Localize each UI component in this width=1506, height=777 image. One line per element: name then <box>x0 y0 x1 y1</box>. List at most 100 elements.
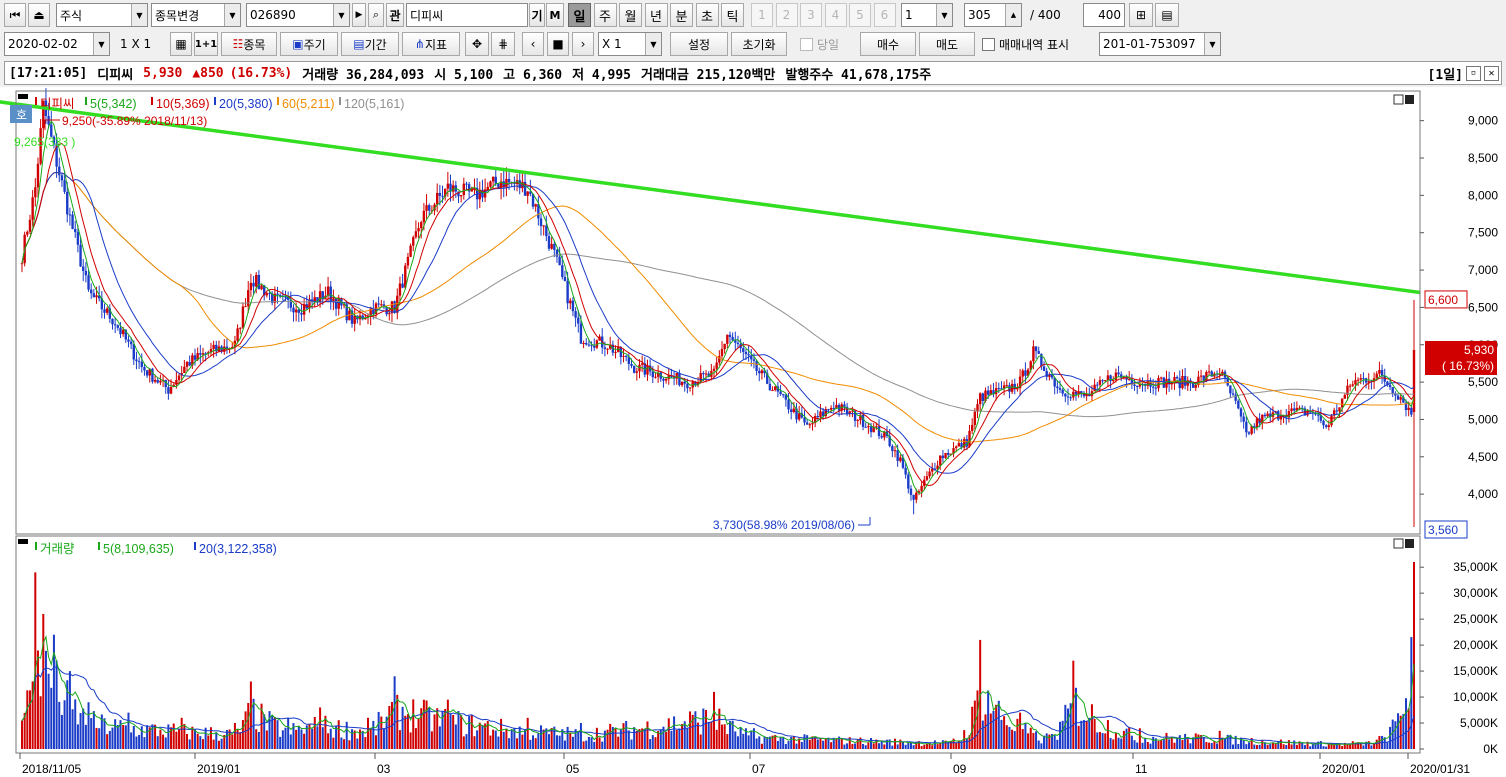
add-window-icon[interactable]: ⊞ <box>1129 3 1153 27</box>
grid-icon[interactable]: ▦ <box>170 32 192 56</box>
number-tab-2[interactable]: 3 <box>800 3 822 27</box>
count-max-input[interactable]: 400 <box>1083 3 1125 27</box>
candle-body <box>720 349 724 357</box>
spin-icon[interactable]: ▲ <box>1005 4 1021 26</box>
volume-bar <box>135 736 138 749</box>
chevron-down-icon[interactable]: ▼ <box>936 4 952 26</box>
code-change-select[interactable]: 종목변경 ▼ <box>151 3 241 27</box>
gi-button[interactable]: 기 <box>529 3 545 27</box>
quote-change-pct: (16.73%) <box>229 65 293 81</box>
volume-bar <box>689 711 692 749</box>
chevron-down-icon[interactable]: ▼ <box>1204 33 1220 55</box>
volume-bar <box>598 737 601 749</box>
number-select[interactable]: 1 ▼ <box>901 3 953 27</box>
candle-body <box>742 348 745 352</box>
market-select[interactable]: 주식 ▼ <box>56 3 148 27</box>
one-plus-one-button[interactable]: 1+1 <box>194 32 218 56</box>
number-tab-1[interactable]: 2 <box>775 3 798 27</box>
candle-body <box>1128 379 1131 381</box>
volume-bar <box>1029 727 1032 749</box>
volume-bar <box>901 742 904 749</box>
volume-bar <box>933 740 936 749</box>
stocks-button[interactable]: ☷ 종목 <box>221 32 277 56</box>
stock-code-input[interactable]: 026890 ▼ <box>246 3 350 27</box>
period-tab-1[interactable]: 주 <box>593 3 617 27</box>
number-tab-0[interactable]: 1 <box>751 3 773 27</box>
move-icon[interactable]: ✥ <box>465 32 489 56</box>
chart-area[interactable]: 9,0008,5008,0007,5007,0006,5006,0005,500… <box>0 87 1506 777</box>
cycle-button[interactable]: ▣ 주기 <box>280 32 338 56</box>
stop-icon[interactable]: ■ <box>547 32 569 56</box>
volume-bar <box>585 740 588 749</box>
volume-bar <box>367 717 370 749</box>
next-icon[interactable]: ▶ <box>352 3 366 27</box>
stock-name-field[interactable]: 디피씨 <box>406 3 528 27</box>
volume-bar <box>26 690 29 749</box>
prev-icon[interactable]: ‹ <box>522 32 544 56</box>
term-button[interactable]: ▤ 기간 <box>341 32 399 56</box>
account-select[interactable]: 201-01-753097 ▼ <box>1099 32 1221 56</box>
candle-body <box>132 344 135 360</box>
candle-body <box>294 309 298 313</box>
period-tab-4[interactable]: 분 <box>670 3 693 27</box>
period-tab-6[interactable]: 틱 <box>721 3 744 27</box>
volume-bar <box>893 738 896 749</box>
candle-body <box>36 163 40 188</box>
save-icon[interactable]: ▤ <box>1155 3 1179 27</box>
volume-bar <box>1019 712 1022 749</box>
candle-body <box>518 180 521 189</box>
volume-bar <box>707 721 710 749</box>
related-button[interactable]: 관 <box>386 3 404 27</box>
period-tab-3[interactable]: 년 <box>644 3 668 27</box>
volume-bar <box>98 728 101 749</box>
candle-body <box>792 408 796 413</box>
volume-bar <box>516 738 519 749</box>
volume-bar <box>281 730 284 749</box>
volume-bar <box>103 718 106 749</box>
buy-button[interactable]: 매수 <box>860 32 916 56</box>
sell-button[interactable]: 매도 <box>919 32 975 56</box>
today-checkbox[interactable]: 당일 <box>800 32 839 56</box>
candle-body <box>239 327 242 329</box>
search-icon[interactable]: ⌕ <box>368 3 384 27</box>
crosshair-icon[interactable]: ⋕ <box>491 32 515 56</box>
volume-bar <box>337 720 340 749</box>
chevron-down-icon[interactable]: ▼ <box>645 33 661 55</box>
date-select[interactable]: 2020-02-02 ▼ <box>4 32 110 56</box>
multiplier-select[interactable]: X 1 ▼ <box>598 32 662 56</box>
chevron-down-icon[interactable]: ▼ <box>131 4 147 26</box>
trade-history-checkbox[interactable]: 매매내역 표시 <box>982 32 1069 56</box>
volume-bar <box>1370 745 1373 749</box>
settings-button[interactable]: 설정 <box>670 32 728 56</box>
volume-bar <box>188 739 191 749</box>
count-stepper[interactable]: 305 ▲ <box>964 3 1022 27</box>
trade-history-label: 매매내역 표시 <box>999 37 1070 52</box>
candle-body <box>1114 372 1118 381</box>
volume-bar <box>1032 732 1035 749</box>
candle-body <box>74 228 77 233</box>
pin-icon[interactable]: ⏏ <box>28 3 50 27</box>
candle-body <box>896 450 899 461</box>
candle-body <box>1135 385 1139 387</box>
period-tab-0[interactable]: 일 <box>568 3 591 27</box>
volume-bar <box>489 735 492 749</box>
indicator-button[interactable]: ⋔ 지표 <box>402 32 460 56</box>
chevron-down-icon[interactable]: ▼ <box>333 4 349 26</box>
close-icon[interactable]: ✕ <box>1484 65 1499 81</box>
chevron-down-icon[interactable]: ▼ <box>93 33 109 55</box>
reset-button[interactable]: 초기화 <box>731 32 787 56</box>
next-icon[interactable]: › <box>572 32 594 56</box>
volume-bar <box>465 734 468 749</box>
volume-bar <box>862 743 865 749</box>
chevron-down-icon[interactable]: ▼ <box>224 4 240 26</box>
period-tab-5[interactable]: 초 <box>695 3 719 27</box>
first-icon[interactable]: ⏮ <box>4 3 26 27</box>
volume-bar <box>76 724 79 749</box>
number-tab-5[interactable]: 6 <box>873 3 896 27</box>
number-tab-4[interactable]: 5 <box>849 3 871 27</box>
volume-bar <box>1229 734 1232 749</box>
period-tab-2[interactable]: 월 <box>619 3 642 27</box>
restore-icon[interactable]: ▫ <box>1466 65 1481 81</box>
number-tab-3[interactable]: 4 <box>824 3 847 27</box>
m-button[interactable]: M <box>546 3 564 27</box>
